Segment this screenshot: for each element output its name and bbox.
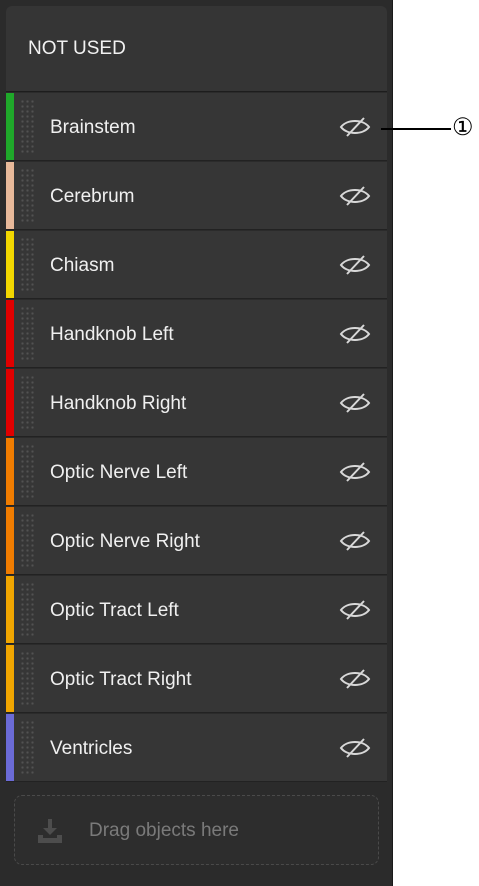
structure-item[interactable]: Handknob Right [6, 369, 387, 437]
structure-label: Optic Nerve Right [50, 531, 200, 552]
drag-handle-icon[interactable] [20, 513, 36, 569]
color-swatch [6, 369, 14, 436]
drop-zone-label: Drag objects here [89, 820, 239, 841]
drag-handle-icon[interactable] [20, 375, 36, 431]
eye-off-icon[interactable] [337, 390, 373, 416]
structure-item[interactable]: Optic Nerve Right [6, 507, 387, 575]
eye-off-icon[interactable] [337, 597, 373, 623]
color-swatch [6, 645, 14, 712]
eye-off-icon[interactable] [337, 528, 373, 554]
color-swatch [6, 507, 14, 574]
eye-off-icon[interactable] [337, 459, 373, 485]
structure-label: Optic Nerve Left [50, 462, 188, 483]
structure-item[interactable]: Ventricles [6, 714, 387, 782]
eye-off-icon[interactable] [337, 666, 373, 692]
color-swatch [6, 576, 14, 643]
panel-header[interactable]: NOT USED [6, 6, 387, 92]
structure-item[interactable]: Optic Nerve Left [6, 438, 387, 506]
structure-item[interactable]: Optic Tract Right [6, 645, 387, 713]
structure-item[interactable]: Cerebrum [6, 162, 387, 230]
structures-panel: NOT USED Brainstem Cerebrum Chiasm Handk… [0, 0, 393, 886]
drag-handle-icon[interactable] [20, 99, 36, 155]
structure-label: Chiasm [50, 255, 115, 276]
callout-number: ① [452, 113, 474, 141]
color-swatch [6, 162, 14, 229]
eye-off-icon[interactable] [337, 114, 373, 140]
eye-off-icon[interactable] [337, 735, 373, 761]
callout-leader-line [381, 128, 451, 130]
download-tray-icon [38, 819, 62, 843]
drag-handle-icon[interactable] [20, 651, 36, 707]
color-swatch [6, 438, 14, 505]
eye-off-icon[interactable] [337, 252, 373, 278]
structure-item[interactable]: Brainstem [6, 93, 387, 161]
structure-label: Brainstem [50, 117, 136, 138]
eye-off-icon[interactable] [337, 321, 373, 347]
drag-handle-icon[interactable] [20, 168, 36, 224]
structure-item[interactable]: Chiasm [6, 231, 387, 299]
structure-item[interactable]: Handknob Left [6, 300, 387, 368]
color-swatch [6, 300, 14, 367]
drag-handle-icon[interactable] [20, 237, 36, 293]
color-swatch [6, 93, 14, 160]
structure-label: Optic Tract Left [50, 600, 179, 621]
structure-label: Handknob Left [50, 324, 174, 345]
structure-label: Handknob Right [50, 393, 187, 414]
drag-handle-icon[interactable] [20, 720, 36, 776]
drag-handle-icon[interactable] [20, 582, 36, 638]
structure-label: Cerebrum [50, 186, 135, 207]
color-swatch [6, 231, 14, 298]
structure-item[interactable]: Optic Tract Left [6, 576, 387, 644]
structure-list: Brainstem Cerebrum Chiasm Handknob Left … [6, 93, 387, 783]
structure-label: Optic Tract Right [50, 669, 192, 690]
structure-label: Ventricles [50, 738, 133, 759]
drag-handle-icon[interactable] [20, 306, 36, 362]
color-swatch [6, 714, 14, 781]
drop-zone[interactable]: Drag objects here [14, 795, 379, 865]
eye-off-icon[interactable] [337, 183, 373, 209]
drag-handle-icon[interactable] [20, 444, 36, 500]
panel-title: NOT USED [28, 38, 126, 59]
